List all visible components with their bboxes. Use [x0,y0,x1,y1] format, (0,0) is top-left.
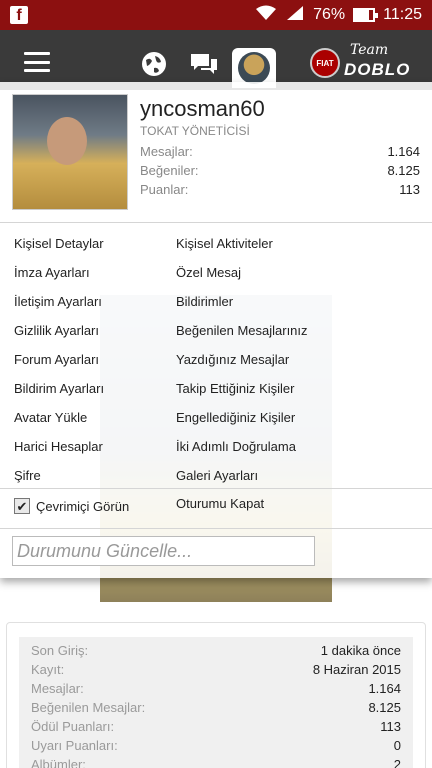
menu-item-iki-ad-ml-dogrulama[interactable]: İki Adımlı Doğrulama [176,432,308,461]
menu-item-bildirimler[interactable]: Bildirimler [176,287,308,316]
info-label: Son Giriş: [31,643,89,658]
info-row: Ödül Puanları: 113 [31,717,401,736]
checkbox[interactable]: ✔ [14,498,30,514]
menu-item-imza-ayarlar[interactable]: İmza Ayarları [14,258,104,287]
menu-item-galeri-ayarlar[interactable]: Galeri Ayarları [176,461,308,490]
divider [0,488,432,489]
menu-item-harici-hesaplar[interactable]: Harici Hesaplar [14,432,104,461]
account-dropdown: yncosman60 TOKAT YÖNETİCİSİ Mesajlar: 1.… [0,82,432,578]
member-info-box: Son Giriş: 1 dakika önce Kayıt: 8 Haziran 2… [6,622,426,768]
info-value: 2 [393,757,401,768]
info-value: 0 [393,738,401,753]
account-menu-left: Kişisel Detaylar İmza Ayarları İletişim Ay… [14,229,104,490]
info-label: Kayıt: [31,662,65,677]
conversations-icon[interactable] [188,48,220,80]
battery-icon [353,8,379,22]
account-menu-right: Kişisel Aktiviteler Özel Mesaj Bildirimler… [176,229,308,490]
menu-item-gizlilik-ayarlar[interactable]: Gizlilik Ayarları [14,316,104,345]
member-info-list: Son Giriş: 1 dakika önce Kayıt: 8 Haziran 2… [19,637,413,768]
info-label: Ödül Puanları: [31,719,115,734]
profile-summary: yncosman60 TOKAT YÖNETİCİSİ Mesajlar: 1.… [0,82,432,223]
top-navbar: FIAT Team DOBLO [0,30,432,90]
info-value: 113 [380,719,401,734]
info-row: Son Giriş: 1 dakika önce [31,641,401,660]
visible-online-toggle[interactable]: ✔ Çevrimiçi Görün [14,498,129,514]
stat-messages: Mesajlar: 1.164 [140,144,420,159]
menu-item-avatar-yukle[interactable]: Avatar Yükle [14,403,104,432]
wifi-icon [255,5,277,26]
info-label: Uyarı Puanları: [31,738,118,753]
menu-item-kisisel-aktiviteler[interactable]: Kişisel Aktiviteler [176,229,308,258]
menu-item-iletisim-ayarlar[interactable]: İletişim Ayarları [14,287,104,316]
info-label: Albümler: [31,757,86,768]
status-update-input[interactable] [12,536,315,566]
menu-icon[interactable] [24,52,50,72]
menu-item-sifre[interactable]: Şifre [14,461,104,490]
divider [0,528,432,529]
menu-item-yazd-g-n-z-mesajlar[interactable]: Yazdığınız Mesajlar [176,345,308,374]
visible-online-label: Çevrimiçi Görün [36,498,130,514]
info-value: 8 Haziran 2015 [312,662,401,677]
logo-team-text: Team [350,42,389,58]
menu-item-begenilen-mesajlar-n-z[interactable]: Beğenilen Mesajlarınız [176,316,308,345]
menu-item-ozel-mesaj[interactable]: Özel Mesaj [176,258,308,287]
facebook-notification-icon: f [10,6,28,24]
menu-item-takip-ettiginiz-kisiler[interactable]: Takip Ettiğiniz Kişiler [176,374,308,403]
logout-link[interactable]: Oturumu Kapat [176,496,264,511]
info-value: 1.164 [368,681,401,696]
info-row: Albümler: 2 [31,755,401,768]
stat-likes: Beğeniler: 8.125 [140,163,420,178]
signal-icon [285,5,305,26]
battery-percent: 76% [313,6,346,23]
profile-avatar-large[interactable] [12,94,128,210]
info-row: Beğenilen Mesajlar: 8.125 [31,698,401,717]
info-row: Kayıt: 8 Haziran 2015 [31,660,401,679]
info-row: Uyarı Puanları: 0 [31,736,401,755]
info-value: 1 dakika önce [320,643,401,658]
globe-icon[interactable] [138,48,170,80]
stat-points: Puanlar: 113 [140,182,420,197]
menu-item-engellediginiz-kisiler[interactable]: Engellediğiniz Kişiler [176,403,308,432]
menu-item-bildirim-ayarlar[interactable]: Bildirim Ayarları [14,374,104,403]
site-logo[interactable]: FIAT Team DOBLO [310,42,428,82]
username[interactable]: yncosman60 [140,96,265,122]
user-title: TOKAT YÖNETİCİSİ [140,124,250,138]
logo-model-text: DOBLO [344,60,411,79]
avatar [238,52,270,84]
menu-item-forum-ayarlar[interactable]: Forum Ayarları [14,345,104,374]
menu-item-kisisel-detaylar[interactable]: Kişisel Detaylar [14,229,104,258]
info-label: Mesajlar: [31,681,84,696]
status-bar: f 76% 11:25 [0,0,432,30]
divider [0,222,432,223]
clock: 11:25 [383,6,422,23]
info-value: 8.125 [368,700,401,715]
fiat-logo-icon: FIAT [310,48,340,78]
info-label: Beğenilen Mesajlar: [31,700,146,715]
info-row: Mesajlar: 1.164 [31,679,401,698]
